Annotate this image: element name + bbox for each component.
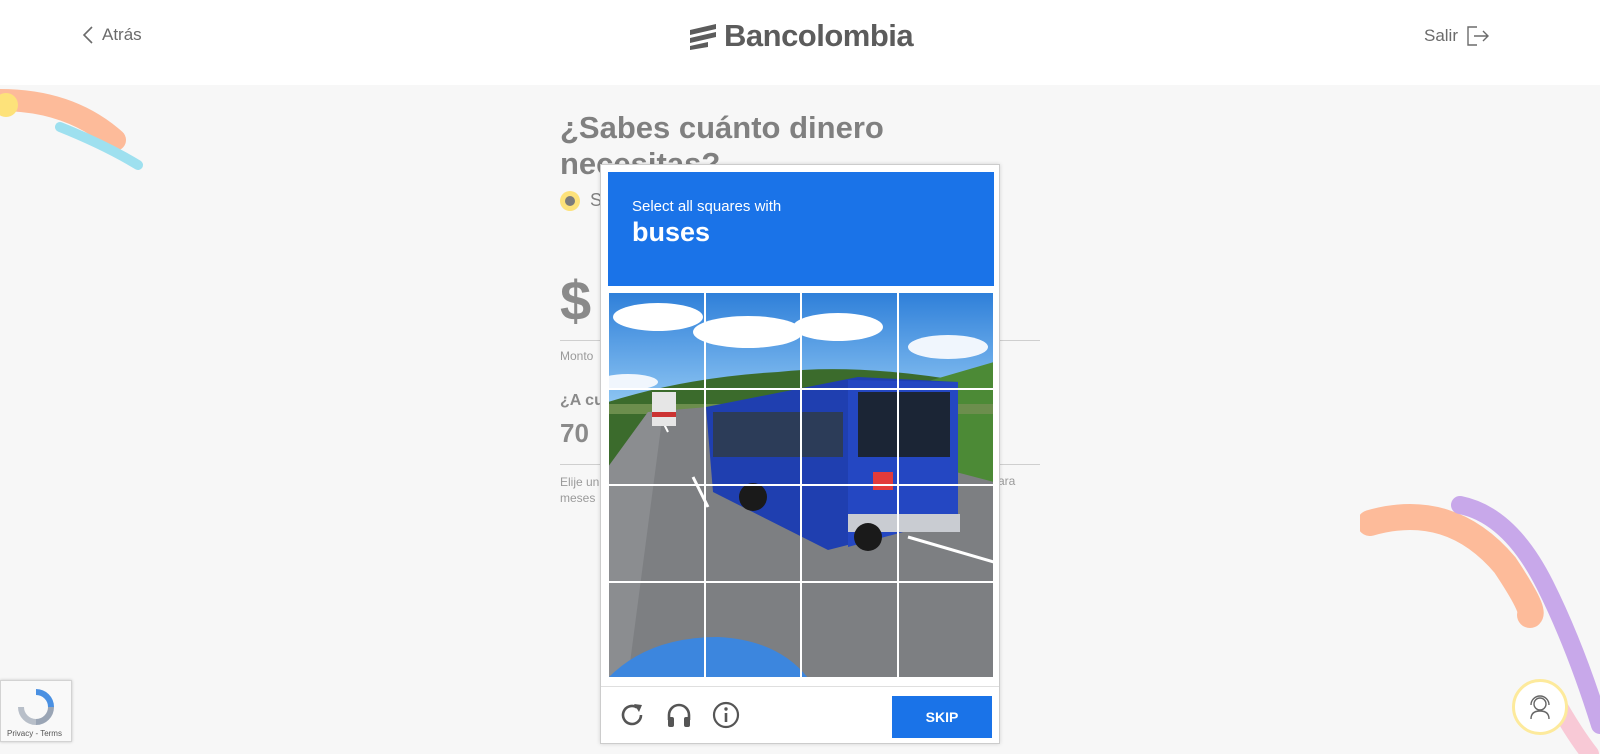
radio-dot xyxy=(565,195,575,206)
captcha-challenge: Select all squares with buses SKIP xyxy=(600,164,1000,744)
captcha-tile[interactable] xyxy=(897,485,994,582)
months-help-right-text: ara xyxy=(998,474,1016,488)
reload-icon[interactable] xyxy=(617,700,647,730)
captcha-image-grid xyxy=(608,292,994,678)
captcha-tile[interactable] xyxy=(897,292,994,389)
exit-label: Salir xyxy=(1423,26,1458,45)
top-left-decoration xyxy=(0,89,143,170)
captcha-tile[interactable] xyxy=(704,581,801,678)
bancolombia-logo-icon xyxy=(690,24,716,50)
recaptcha-links[interactable]: Privacy - Terms xyxy=(7,729,62,738)
chevron-left-icon xyxy=(82,26,93,44)
captcha-header: Select all squares with buses xyxy=(608,172,994,286)
captcha-tile[interactable] xyxy=(801,581,898,678)
captcha-tile[interactable] xyxy=(801,292,898,389)
radio-button[interactable] xyxy=(560,190,580,211)
skip-button[interactable]: SKIP xyxy=(892,696,992,738)
top-header: Atrás Bancolombia Salir xyxy=(0,0,1600,85)
recaptcha-logo-icon xyxy=(18,689,54,725)
bancolombia-logo[interactable]: Bancolombia xyxy=(688,18,914,54)
captcha-tiles xyxy=(608,292,994,678)
captcha-tile[interactable] xyxy=(608,485,705,582)
logout-icon xyxy=(1467,26,1489,46)
captcha-tile[interactable] xyxy=(608,581,705,678)
months-field[interactable]: 70 xyxy=(560,418,589,449)
captcha-tile[interactable] xyxy=(801,388,898,485)
captcha-target: buses xyxy=(632,217,711,247)
captcha-tile[interactable] xyxy=(704,388,801,485)
captcha-tile[interactable] xyxy=(897,581,994,678)
support-agent-icon xyxy=(1530,695,1550,720)
captcha-instruction: Select all squares with xyxy=(632,198,782,215)
amount-help-text: Monto xyxy=(560,349,594,363)
captcha-tile[interactable] xyxy=(704,292,801,389)
logo-text: Bancolombia xyxy=(724,18,914,53)
captcha-tile[interactable] xyxy=(801,485,898,582)
back-label: Atrás xyxy=(102,25,142,44)
captcha-tile[interactable] xyxy=(704,485,801,582)
back-button[interactable]: Atrás xyxy=(82,25,142,45)
months-question: ¿A cu xyxy=(560,392,604,409)
captcha-tile[interactable] xyxy=(608,388,705,485)
captcha-tile[interactable] xyxy=(897,388,994,485)
info-icon[interactable] xyxy=(711,700,741,730)
support-chat-button[interactable] xyxy=(1512,679,1568,735)
audio-icon[interactable] xyxy=(664,700,694,730)
exit-button[interactable]: Salir xyxy=(1424,25,1490,47)
captcha-tile[interactable] xyxy=(608,292,705,389)
recaptcha-badge[interactable]: Privacy - Terms xyxy=(0,680,72,742)
captcha-footer: SKIP xyxy=(601,686,999,744)
